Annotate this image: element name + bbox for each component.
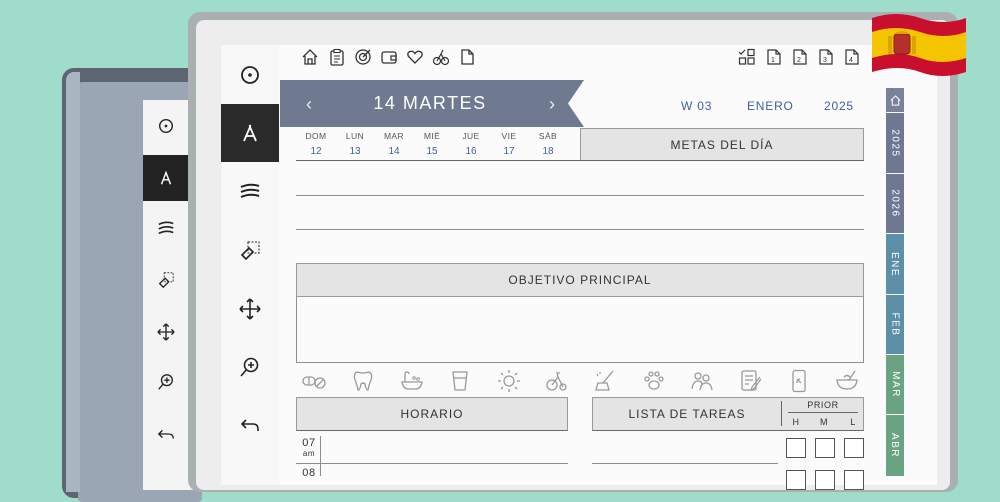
priority-checkbox[interactable] (815, 470, 835, 490)
schedule-title: HORARIO (400, 407, 464, 421)
priority-checkbox[interactable] (815, 438, 835, 458)
ampm-label: am (302, 449, 316, 458)
week-day-link[interactable]: 16 (456, 146, 486, 157)
goals-title: METAS DEL DÍA (670, 137, 774, 152)
tooth-icon[interactable] (351, 369, 375, 393)
week-day-link[interactable]: 13 (340, 146, 370, 157)
year-link[interactable]: 2025 (824, 99, 854, 113)
weekday-label: DOM (305, 131, 327, 141)
bowl-icon[interactable] (835, 369, 859, 393)
back-pen-icon[interactable] (143, 106, 188, 146)
week-day-link[interactable]: 18 (533, 146, 563, 157)
back-zoom-icon[interactable] (143, 362, 188, 402)
week-day-link[interactable]: 15 (417, 146, 447, 157)
target-icon[interactable] (354, 48, 372, 66)
marker-icon[interactable] (221, 104, 279, 162)
page-2-icon[interactable]: 2 (791, 48, 809, 66)
current-date: 14 MARTES (373, 93, 487, 113)
task-line[interactable] (592, 463, 778, 464)
week-day-link[interactable]: 12 (301, 146, 331, 157)
priority-medium-label: M (819, 417, 829, 427)
goal-line[interactable] (296, 195, 864, 196)
side-tab-home[interactable] (886, 88, 904, 112)
weekday-label: MAR (383, 131, 405, 141)
weekday-label: JUE (462, 131, 480, 141)
month-link[interactable]: ENERO (747, 99, 794, 113)
pen-icon[interactable] (221, 46, 279, 104)
svg-text:1: 1 (771, 57, 775, 64)
priority-checkbox[interactable] (844, 438, 864, 458)
page-3-icon[interactable]: 3 (817, 48, 835, 66)
move-icon[interactable] (221, 280, 279, 338)
back-wave-icon[interactable] (143, 208, 188, 248)
next-day-button[interactable]: › (549, 94, 555, 115)
goal-line[interactable] (296, 229, 864, 230)
side-tab-feb[interactable]: FEB (886, 295, 904, 354)
habit-icon[interactable] (432, 48, 450, 66)
side-tab-ene[interactable]: ENE (886, 234, 904, 294)
paw-icon[interactable] (642, 369, 666, 393)
back-eraser-icon[interactable] (143, 260, 188, 300)
grid-check-icon[interactable] (738, 48, 756, 66)
tasks-title: LISTA DE TAREAS (628, 407, 746, 421)
back-tablet-spine (66, 72, 80, 492)
hour-divider (320, 436, 321, 476)
priority-checkbox[interactable] (786, 438, 806, 458)
weekday-label: MIÉ (423, 131, 441, 141)
weekday-label: SÁB (538, 131, 558, 141)
wallet-icon[interactable] (380, 48, 398, 66)
side-tab-2026[interactable]: 2026 (886, 174, 904, 233)
sun-icon[interactable] (497, 369, 521, 393)
week-day-link[interactable]: 17 (494, 146, 524, 157)
glass-icon[interactable] (448, 369, 472, 393)
cleaning-icon[interactable] (593, 369, 617, 393)
zoom-icon[interactable] (221, 338, 279, 396)
svg-text:4: 4 (849, 57, 853, 64)
side-tab-abr[interactable]: ABR (886, 415, 904, 476)
hour-label: 08 (302, 467, 316, 479)
phone-icon[interactable] (787, 369, 811, 393)
main-objective-title: OBJETIVO PRINCIPAL (508, 273, 652, 287)
people-icon[interactable] (690, 369, 714, 393)
svg-text:2: 2 (797, 57, 801, 64)
weekday-label: VIE (501, 131, 517, 141)
page-1-icon[interactable]: 1 (765, 48, 783, 66)
back-marker-icon[interactable] (143, 155, 188, 201)
side-tab-mar[interactable]: MAR (886, 355, 904, 414)
wave-icon[interactable] (221, 162, 279, 220)
priority-low-label: L (850, 417, 856, 427)
note-icon[interactable] (458, 48, 476, 66)
journal-icon[interactable] (739, 369, 763, 393)
home-icon[interactable] (301, 48, 319, 66)
priority-high-label: H (792, 417, 800, 427)
schedule-line[interactable] (296, 463, 568, 464)
goals-underline (296, 160, 864, 161)
bike-icon[interactable] (545, 369, 569, 393)
side-tab-2025[interactable]: 2025 (886, 113, 904, 173)
prev-day-button[interactable]: ‹ (306, 94, 312, 115)
undo-icon[interactable] (221, 396, 279, 454)
back-undo-icon[interactable] (143, 414, 188, 454)
priority-underline (788, 412, 858, 413)
week-link[interactable]: W 03 (681, 99, 712, 113)
eraser-icon[interactable] (221, 222, 279, 280)
heart-icon[interactable] (406, 48, 424, 66)
spain-flag-icon (872, 14, 966, 76)
home-icon (890, 94, 900, 106)
page-4-icon[interactable]: 4 (843, 48, 861, 66)
week-day-link[interactable]: 14 (379, 146, 409, 157)
hour-label: 07 (302, 437, 316, 449)
priority-title: PRIOR (807, 400, 839, 410)
pills-icon[interactable] (302, 369, 326, 393)
priority-checkbox[interactable] (844, 470, 864, 490)
weekday-label: LUN (345, 131, 365, 141)
back-move-icon[interactable] (143, 312, 188, 352)
svg-text:3: 3 (823, 57, 827, 64)
clipboard-icon[interactable] (328, 48, 346, 66)
priority-checkbox[interactable] (786, 470, 806, 490)
bath-icon[interactable] (400, 369, 424, 393)
